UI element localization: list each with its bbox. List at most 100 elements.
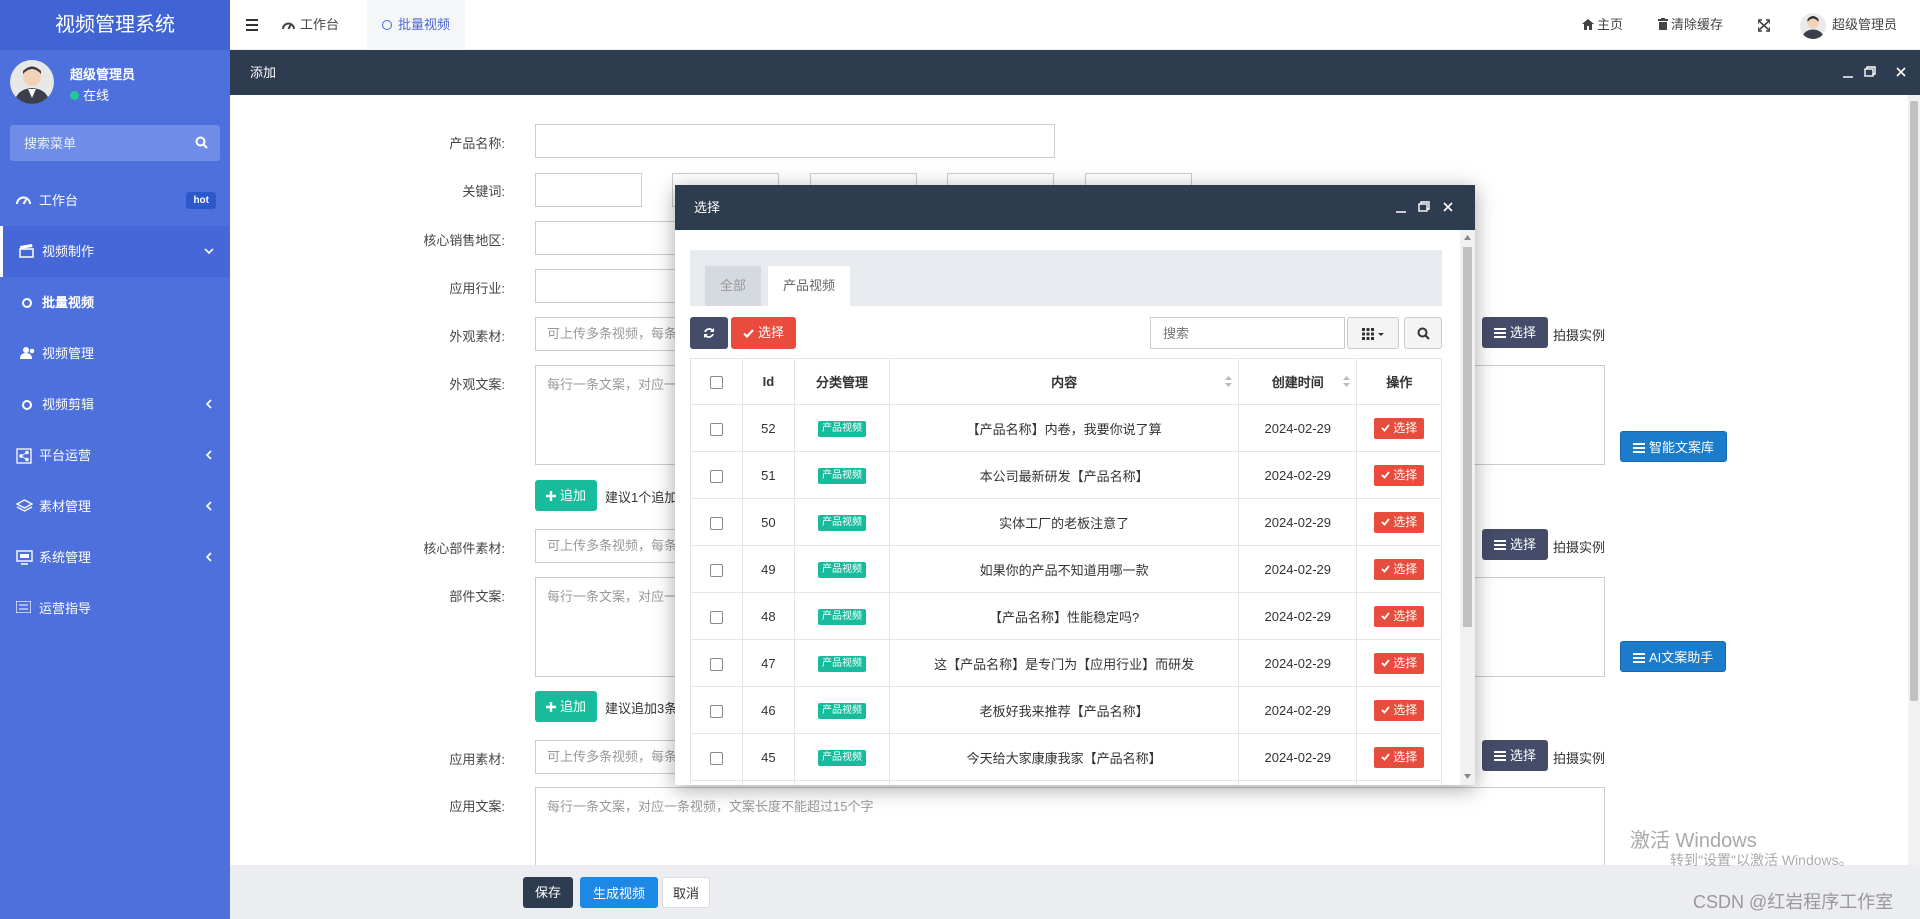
table-row[interactable]: 52 产品视频 【产品名称】内卷，我要你说了算 2024-02-29 选择: [690, 404, 1442, 452]
user-menu[interactable]: 超级管理员: [1800, 0, 1897, 50]
row-checkbox[interactable]: [709, 704, 723, 718]
app-example-link[interactable]: 拍摄实例: [1553, 748, 1605, 767]
sidebar-item-guide[interactable]: 运营指导: [0, 583, 230, 634]
save-button[interactable]: 保存: [523, 877, 574, 908]
button-label: 选择: [1510, 325, 1537, 340]
row-checkbox[interactable]: [709, 516, 723, 530]
select-all-checkbox[interactable]: [709, 376, 723, 390]
row-content: 实体工厂的老板注意了: [889, 498, 1240, 546]
add-part-button[interactable]: 追加: [535, 691, 598, 722]
product-name-input[interactable]: [535, 124, 1055, 158]
row-select-button[interactable]: 选择: [1374, 511, 1425, 533]
row-checkbox[interactable]: [709, 422, 723, 436]
minimize-icon[interactable]: [1396, 200, 1406, 214]
table-row[interactable]: 44产品视频 选择: [690, 780, 1442, 785]
category-tag: 产品视频: [818, 609, 866, 625]
smart-copy-library-button[interactable]: 智能文案库: [1620, 431, 1728, 462]
page-scrollbar[interactable]: [1908, 95, 1920, 865]
scroll-down-icon[interactable]: [1464, 774, 1471, 779]
table-row[interactable]: 48 产品视频 【产品名称】性能稳定吗? 2024-02-29 选择: [690, 592, 1442, 640]
tab-batch-video[interactable]: 批量视频: [367, 0, 466, 50]
minimize-icon[interactable]: [1843, 65, 1853, 79]
search-icon[interactable]: [195, 136, 208, 149]
row-select-button[interactable]: 选择: [1374, 699, 1425, 721]
app-title: 视频管理系统: [0, 0, 230, 50]
sidebar-item-video-manage[interactable]: 视频管理: [0, 328, 230, 379]
row-select-cell: [690, 498, 743, 546]
table-row[interactable]: 49 产品视频 如果你的产品不知道用哪一款 2024-02-29 选择: [690, 545, 1442, 593]
row-checkbox[interactable]: [709, 563, 723, 577]
col-category: 分类管理: [793, 358, 891, 405]
clear-cache-link[interactable]: 清除缓存: [1658, 0, 1723, 50]
col-id[interactable]: Id: [741, 358, 795, 405]
ai-copy-assistant-button[interactable]: AI文案助手: [1620, 641, 1727, 672]
row-select-button[interactable]: 选择: [1374, 746, 1425, 768]
columns-toggle-button[interactable]: [1347, 317, 1399, 349]
table-row[interactable]: 47 产品视频 这【产品名称】是专门为【应用行业】而研发 2024-02-29 选择: [690, 639, 1442, 687]
maximize-icon[interactable]: [1864, 65, 1876, 79]
row-checkbox[interactable]: [709, 610, 723, 624]
appearance-select-button[interactable]: 选择: [1482, 317, 1549, 348]
clapperboard-icon: [19, 244, 34, 258]
row-select-button[interactable]: 选择: [1374, 417, 1425, 439]
tab-all[interactable]: 全部: [705, 266, 762, 306]
monitor-icon: [16, 550, 33, 565]
keyword-input-1[interactable]: [535, 173, 642, 207]
table-row[interactable]: 51 产品视频 本公司最新研发【产品名称】 2024-02-29 选择: [690, 451, 1442, 499]
scroll-up-icon[interactable]: [1464, 235, 1471, 240]
sidebar-item-video-production[interactable]: 视频制作: [0, 226, 230, 277]
sidebar-item-material[interactable]: 素材管理: [0, 481, 230, 532]
csdn-watermark: CSDN @红岩程序工作室: [1693, 892, 1894, 912]
row-checkbox[interactable]: [709, 657, 723, 671]
menu-toggle-icon[interactable]: [246, 0, 259, 50]
table-row[interactable]: 46 产品视频 老板好我来推荐【产品名称】 2024-02-29 选择: [690, 686, 1442, 734]
sidebar-item-video-edit[interactable]: 视频剪辑: [0, 379, 230, 430]
generate-video-button[interactable]: 生成视频: [580, 877, 659, 908]
row-select-button[interactable]: 选择: [1374, 464, 1425, 486]
select-all-header: [690, 358, 743, 405]
sidebar-item-dashboard[interactable]: 工作台 hot: [0, 175, 230, 226]
batch-select-button[interactable]: 选择: [731, 317, 797, 349]
table-row[interactable]: 45 产品视频 今天给大家康康我家【产品名称】 2024-02-29 选择: [690, 733, 1442, 781]
category-tabs: 全部 产品视频: [690, 250, 1442, 306]
search-icon: [1417, 327, 1430, 340]
sidebar-search-input[interactable]: [10, 125, 190, 161]
add-appearance-button[interactable]: 追加: [535, 480, 598, 511]
part-select-button[interactable]: 选择: [1482, 529, 1549, 560]
row-checkbox[interactable]: [709, 469, 723, 483]
sidebar-item-batch-video[interactable]: 批量视频: [0, 277, 230, 328]
app-select-button[interactable]: 选择: [1482, 740, 1549, 771]
fullscreen-icon[interactable]: [1758, 0, 1770, 50]
row-checkbox[interactable]: [709, 751, 723, 765]
tab-product-video[interactable]: 产品视频: [768, 266, 851, 306]
tab-label: 批量视频: [398, 17, 451, 32]
form-footer: 保存 生成视频 取消: [230, 865, 1920, 919]
close-icon[interactable]: [1896, 65, 1906, 79]
row-category: 产品视频: [793, 498, 891, 546]
col-content[interactable]: 内容: [889, 358, 1240, 405]
refresh-button[interactable]: [690, 317, 728, 349]
row-category: 产品视频: [793, 686, 891, 734]
part-example-link[interactable]: 拍摄实例: [1553, 537, 1605, 556]
cancel-button[interactable]: 取消: [662, 877, 711, 908]
home-link[interactable]: 主页: [1582, 0, 1623, 50]
appearance-example-link[interactable]: 拍摄实例: [1553, 325, 1605, 344]
col-created[interactable]: 创建时间: [1238, 358, 1358, 405]
modal-scrollbar[interactable]: [1460, 230, 1475, 785]
modal-scrollbar-thumb[interactable]: [1463, 247, 1472, 627]
close-icon[interactable]: [1443, 200, 1453, 214]
maximize-icon[interactable]: [1418, 200, 1430, 214]
row-select-button[interactable]: 选择: [1374, 558, 1425, 580]
table-search-input[interactable]: [1150, 317, 1345, 349]
tab-dashboard[interactable]: 工作台: [282, 0, 339, 50]
search-button[interactable]: [1404, 317, 1442, 349]
table-row[interactable]: 50 产品视频 实体工厂的老板注意了 2024-02-29 选择: [690, 498, 1442, 546]
sidebar-item-platform[interactable]: 平台运营: [0, 430, 230, 481]
row-select-button[interactable]: 选择: [1374, 652, 1425, 674]
sidebar-item-label: 视频制作: [42, 244, 95, 259]
col-action: 操作: [1356, 358, 1442, 405]
button-label: 选择: [1393, 702, 1418, 717]
page-scrollbar-thumb[interactable]: [1910, 101, 1918, 701]
sidebar-item-system[interactable]: 系统管理: [0, 532, 230, 583]
row-select-button[interactable]: 选择: [1374, 605, 1425, 627]
